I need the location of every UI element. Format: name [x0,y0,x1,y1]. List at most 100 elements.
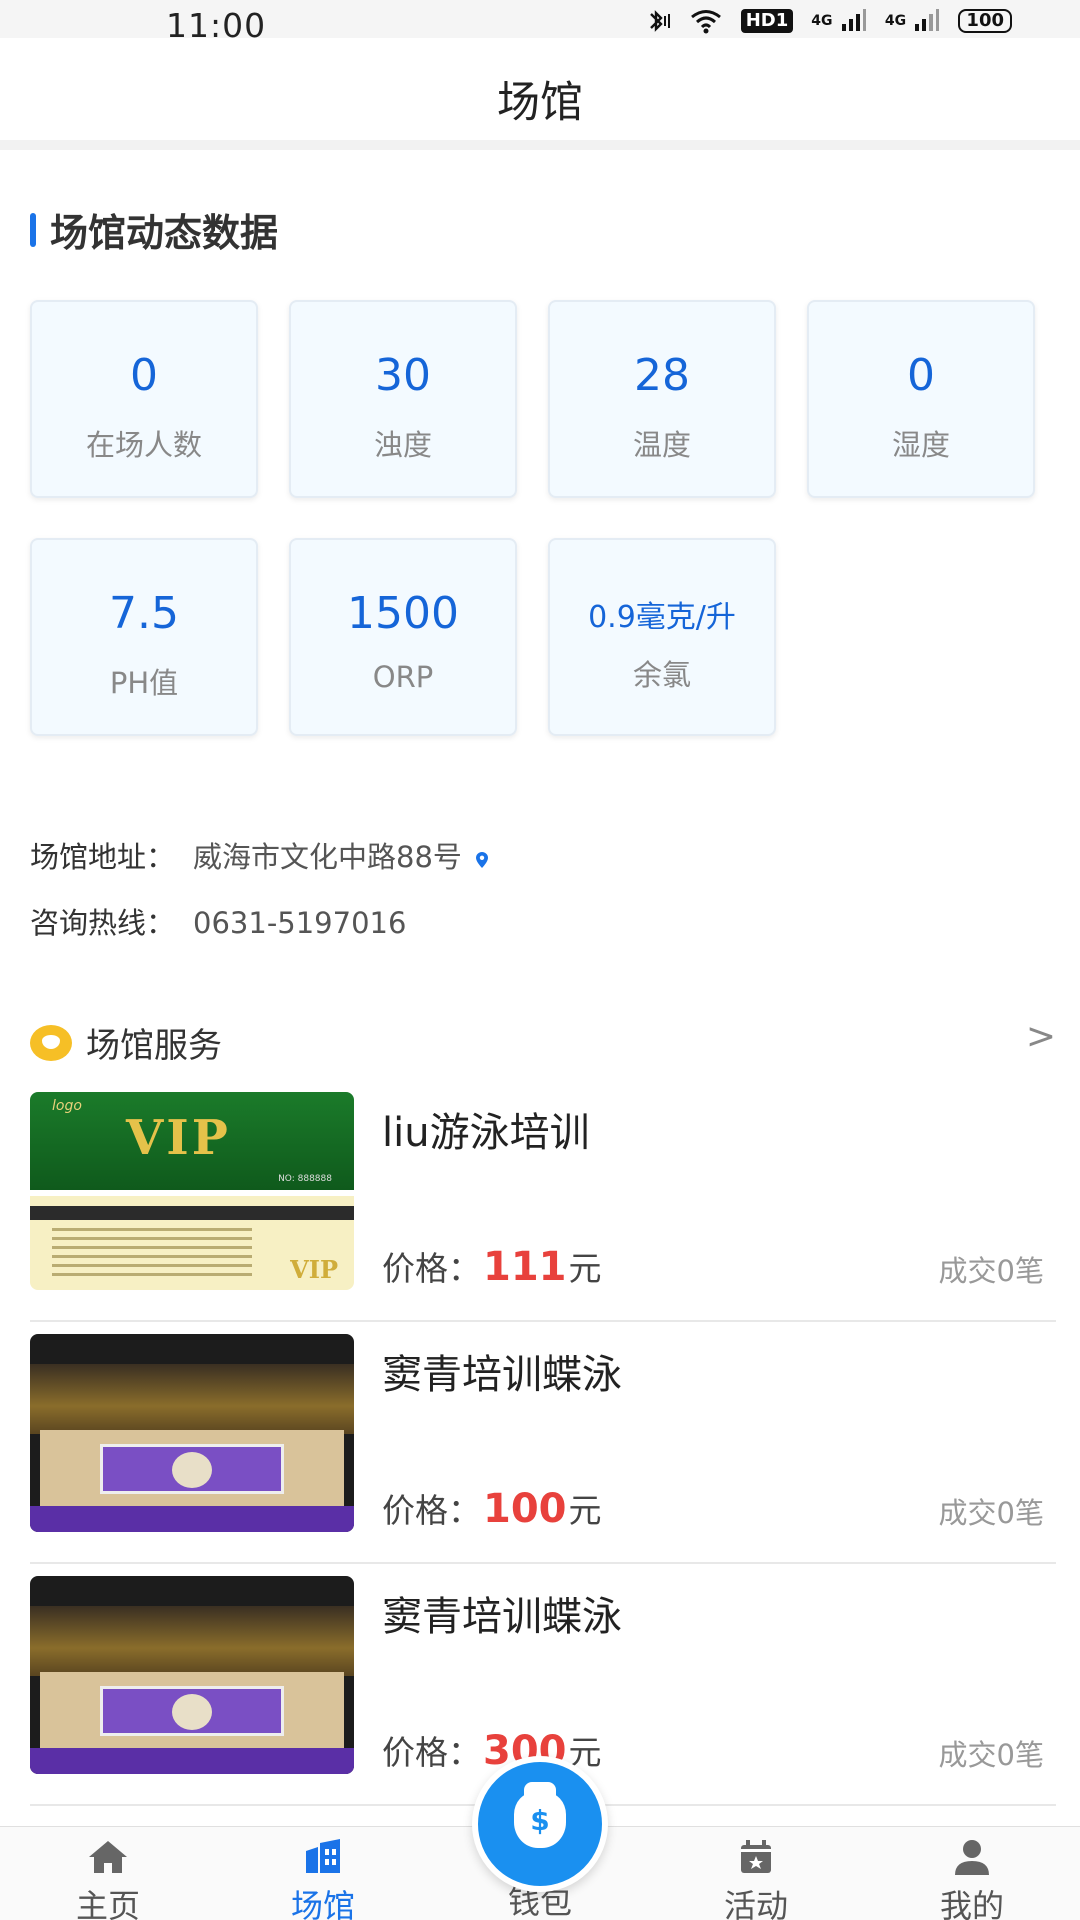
stat-label: ORP [372,660,434,694]
signal-icon-2: 4G [885,8,941,34]
battery-icon: 100 [958,9,1012,33]
stat-label: 浊度 [373,428,432,462]
services-header: 场馆服务 [30,1018,222,1067]
dollar-icon: $ [530,1804,550,1837]
wifi-icon [689,8,723,34]
stat-card-orp: 1500 ORP [289,538,517,736]
address-value: 威海市文化中路88号 [193,840,462,874]
arena-edge [30,1506,354,1532]
page-header: 场馆 [0,38,1080,150]
arena-court [40,1672,344,1756]
deal-count: 成交0笔 [938,1254,1044,1288]
stat-value: 7.5 [109,588,179,639]
hotline-value: 0631-5197016 [193,906,407,940]
service-price: 价格：100元 [382,1484,602,1532]
vip-logo-text: logo [52,1098,82,1114]
service-price: 价格：111元 [382,1242,602,1290]
stat-value: 0.9毫克/升 [588,600,736,635]
stat-card-humidity: 0 湿度 [807,300,1035,498]
arena-image [30,1334,354,1532]
status-bar: 11:00 HD1 4G 4G 100 [0,0,1080,45]
location-pin-icon[interactable] [475,841,488,868]
stat-value: 0 [907,350,935,401]
signal-icon-1: 4G [811,8,867,34]
bluetooth-icon [643,8,671,34]
vip-card-front: logo VIP NO: 888888 [30,1092,354,1190]
user-icon [955,1840,989,1875]
wallet-icon: $ [514,1782,566,1848]
tab-home[interactable]: 主页 [48,1837,168,1920]
services-more-chevron-icon[interactable]: > [1026,1016,1056,1057]
tab-label: 场馆 [290,1887,355,1920]
hd-badge: HD1 [740,9,794,33]
service-name: 窦青培训蝶泳 [382,1352,622,1398]
stat-value: 28 [634,350,690,401]
address-row[interactable]: 场馆地址： 威海市文化中路88号 [30,834,488,876]
price-suffix: 元 [568,1249,602,1288]
arena-image [30,1576,354,1774]
deal-count: 成交0笔 [938,1496,1044,1530]
price-value: 100 [483,1486,567,1532]
arena-stands [30,1606,354,1676]
hotline-label: 咨询热线： [30,906,176,940]
price-prefix: 价格： [382,1249,481,1288]
stat-card-chlorine: 0.9毫克/升 余氯 [548,538,776,736]
venue-dynamic-data: 场馆动态数据 0 在场人数 30 浊度 28 温度 0 湿度 7.5 PH值 1… [0,160,1080,776]
price-prefix: 价格： [382,1733,481,1772]
network-label-2: 4G [884,13,907,29]
stat-card-ph: 7.5 PH值 [30,538,258,736]
arena-court [40,1430,344,1514]
deal-count: 成交0笔 [938,1738,1044,1772]
magnetic-strip [30,1206,354,1220]
stat-value: 1500 [347,588,459,639]
arena-edge [30,1748,354,1774]
vip-small-title: VIP [290,1255,338,1284]
wallet-button[interactable]: $ [472,1756,608,1892]
stat-card-temperature: 28 温度 [548,300,776,498]
services-title: 场馆服务 [86,1026,222,1066]
calendar-icon [741,1840,771,1873]
home-icon [89,1841,127,1873]
stat-label: 湿度 [891,428,950,462]
stat-label: 余氯 [632,658,691,692]
service-item[interactable]: logo VIP NO: 888888 VIP liu游泳培训 价格：111元 … [30,1080,1056,1322]
stat-label: 温度 [632,428,691,462]
address-label: 场馆地址： [30,840,176,874]
dynamic-section-title: 场馆动态数据 [30,202,278,257]
stat-value: 0 [130,350,158,401]
service-bubble-icon [30,1024,72,1061]
stat-card-turbidity: 30 浊度 [289,300,517,498]
venue-info: 场馆地址： 威海市文化中路88号 咨询热线： 0631-5197016 [0,796,1080,976]
tab-label: 主页 [75,1887,140,1920]
service-name: liu游泳培训 [382,1110,590,1156]
stat-card-people: 0 在场人数 [30,300,258,498]
court-center [172,1694,212,1730]
tab-activity[interactable]: 活动 [696,1837,816,1920]
stat-value: 30 [375,350,431,401]
title-accent-bar [30,212,36,247]
stat-label: 在场人数 [85,428,202,462]
tab-venue[interactable]: 场馆 [263,1837,383,1920]
arena-stands [30,1364,354,1434]
hotline-row[interactable]: 咨询热线： 0631-5197016 [30,900,406,942]
court-center [172,1452,212,1488]
tab-label: 我的 [939,1887,1004,1920]
price-prefix: 价格： [382,1491,481,1530]
tab-mine[interactable]: 我的 [912,1837,1032,1920]
service-name: 窦青培训蝶泳 [382,1594,622,1640]
venue-services: 场馆服务 > logo VIP NO: 888888 VIP liu游泳培训 价… [0,996,1080,1826]
tab-label: 活动 [723,1887,788,1920]
vip-number: NO: 888888 [278,1174,332,1184]
stat-label: PH值 [109,666,179,700]
arena-thumbnail [30,1334,354,1532]
vip-card-thumbnail: logo VIP NO: 888888 VIP [30,1092,354,1290]
venue-screen: 11:00 HD1 4G 4G 100 场馆 场馆动态数据 0 在场人数 30 … [0,0,1080,1920]
dynamic-title-text: 场馆动态数据 [50,211,279,255]
status-icons: HD1 4G 4G 100 [643,8,1012,34]
arena-thumbnail [30,1576,354,1774]
service-item[interactable]: 窦青培训蝶泳 价格：100元 成交0笔 [30,1322,1056,1564]
network-label-1: 4G [811,13,833,29]
page-title: 场馆 [497,78,583,128]
vip-card-back: VIP [30,1196,354,1290]
vip-title: VIP [126,1110,231,1166]
